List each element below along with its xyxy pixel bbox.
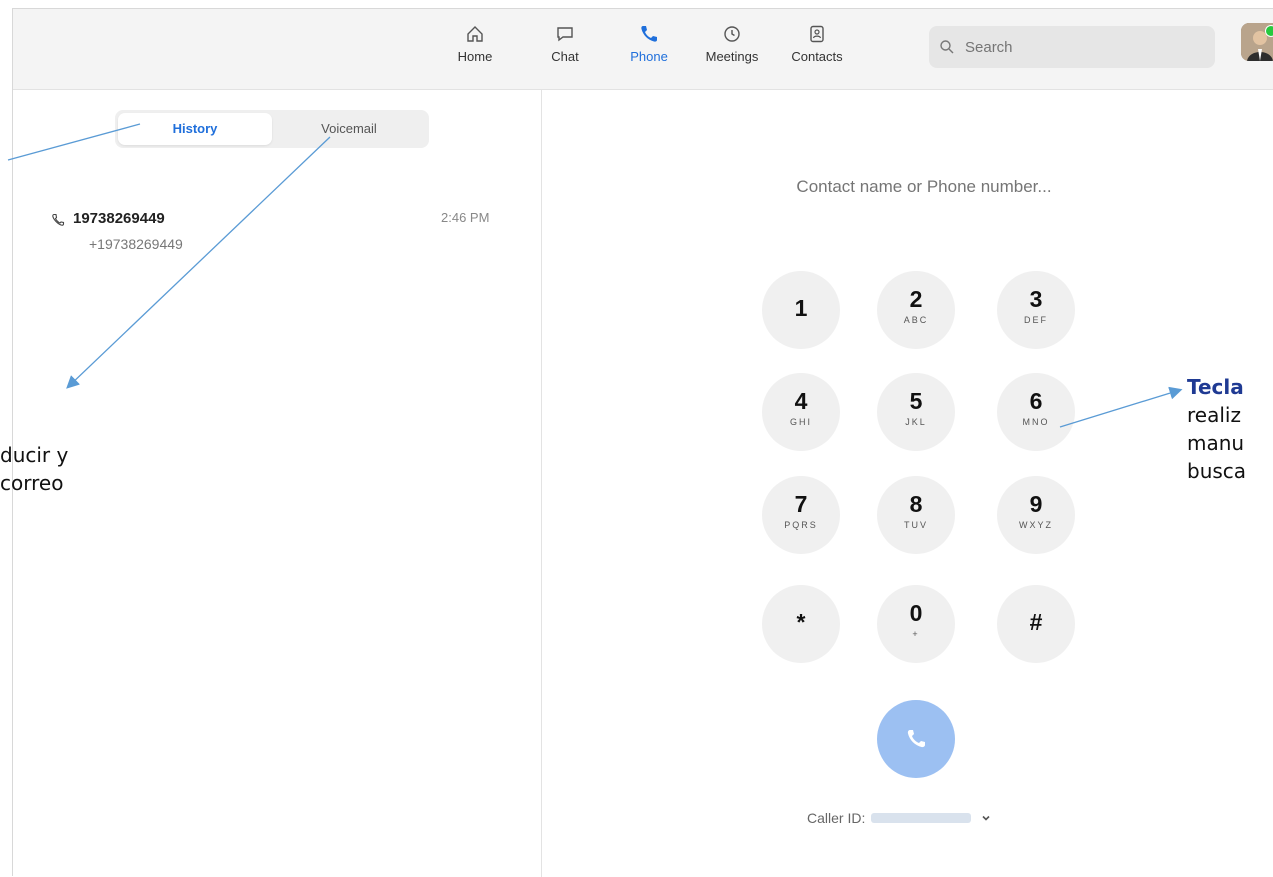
annotation-line: ducir y (0, 443, 69, 467)
annotation-line: manu (1187, 431, 1245, 455)
annotation-text-left: ducir y correo (0, 441, 120, 497)
annotation-line: Tecla (1187, 375, 1244, 399)
annotation-line: realiz (1187, 403, 1241, 427)
annotation-arrows (7, 123, 1183, 428)
annotation-line: correo (0, 471, 64, 495)
annotation-line: busca (1187, 459, 1247, 483)
annotation-arrow-keypad (1059, 386, 1183, 428)
annotation-arrow-voicemail (66, 136, 331, 389)
annotation-line-history (7, 123, 141, 161)
annotation-text-right: Tecla realiz manu busca (1187, 373, 1273, 485)
